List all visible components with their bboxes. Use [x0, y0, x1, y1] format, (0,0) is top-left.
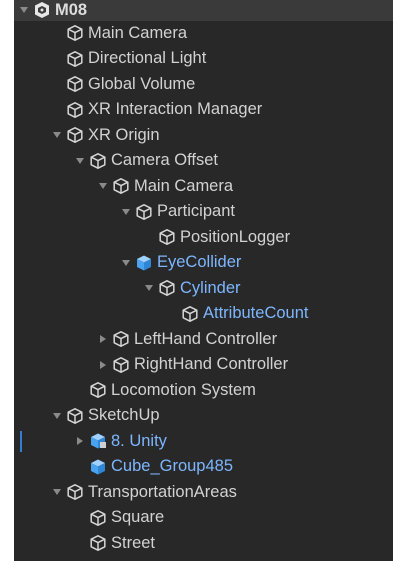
scene-icon — [33, 1, 51, 19]
gameobject-icon — [89, 534, 107, 552]
hierarchy-item-positionlogger[interactable]: PositionLogger — [14, 225, 393, 251]
hierarchy-item-xr-origin[interactable]: XR Origin — [14, 123, 393, 149]
hierarchy-item-directional-light[interactable]: Directional Light — [14, 46, 393, 72]
item-label: RightHand Controller — [134, 355, 289, 374]
arrow-spacer — [73, 536, 87, 550]
arrow-spacer — [50, 26, 64, 40]
hierarchy-item-righthand-controller[interactable]: RightHand Controller — [14, 352, 393, 378]
item-label: Cylinder — [180, 278, 241, 297]
arrow-spacer — [50, 52, 64, 66]
hierarchy-item-camera-offset[interactable]: Camera Offset — [14, 148, 393, 174]
item-label: M08 — [55, 0, 88, 19]
gameobject-icon — [66, 483, 84, 501]
hierarchy-item-transportationareas[interactable]: TransportationAreas — [14, 480, 393, 506]
gameobject-icon — [66, 126, 84, 144]
expand-arrow-icon[interactable] — [50, 485, 64, 499]
arrow-spacer — [73, 460, 87, 474]
item-label: 8. Unity — [111, 431, 167, 450]
gameobject-icon — [135, 203, 153, 221]
scene-m08[interactable]: M08 — [14, 0, 393, 21]
expand-arrow-icon[interactable] — [17, 3, 31, 17]
collapse-arrow-icon[interactable] — [96, 358, 110, 372]
hierarchy-item-8-unity[interactable]: 8. Unity — [14, 429, 393, 455]
gameobject-icon — [112, 330, 130, 348]
hierarchy-item-eyecollider[interactable]: EyeCollider — [14, 250, 393, 276]
gameobject-icon — [66, 407, 84, 425]
item-label: PositionLogger — [180, 227, 291, 246]
item-label: Cube_Group485 — [111, 457, 234, 476]
arrow-spacer — [142, 230, 156, 244]
collapse-arrow-icon[interactable] — [96, 332, 110, 346]
item-label: Main Camera — [88, 23, 188, 42]
item-label: AttributeCount — [203, 304, 309, 323]
hierarchy-item-participant[interactable]: Participant — [14, 199, 393, 225]
hierarchy-item-street[interactable]: Street — [14, 531, 393, 557]
gameobject-icon — [66, 75, 84, 93]
gameobject-icon — [89, 381, 107, 399]
hierarchy-item-main-camera[interactable]: Main Camera — [14, 21, 393, 47]
expand-arrow-icon[interactable] — [73, 154, 87, 168]
item-label: Directional Light — [88, 49, 207, 68]
item-label: LeftHand Controller — [134, 329, 278, 348]
item-label: Street — [111, 533, 156, 552]
gameobject-icon — [181, 305, 199, 323]
prefab-icon — [89, 458, 107, 476]
expand-arrow-icon[interactable] — [50, 409, 64, 423]
prefab-model-icon — [89, 432, 107, 450]
hierarchy-item-cylinder[interactable]: Cylinder — [14, 276, 393, 302]
gameobject-icon — [112, 356, 130, 374]
gameobject-icon — [158, 228, 176, 246]
item-label: XR Origin — [88, 125, 160, 144]
item-label: EyeCollider — [157, 253, 242, 272]
prefab-icon — [135, 254, 153, 272]
gameobject-icon — [66, 50, 84, 68]
hierarchy-item-lefthand-controller[interactable]: LeftHand Controller — [14, 327, 393, 353]
arrow-spacer — [50, 77, 64, 91]
gameobject-icon — [112, 177, 130, 195]
hierarchy-item-main-camera[interactable]: Main Camera — [14, 174, 393, 200]
gameobject-icon — [158, 279, 176, 297]
expand-arrow-icon[interactable] — [119, 205, 133, 219]
expand-arrow-icon[interactable] — [96, 179, 110, 193]
arrow-spacer — [165, 307, 179, 321]
arrow-spacer — [50, 103, 64, 117]
item-label: SketchUp — [88, 406, 160, 425]
hierarchy-item-square[interactable]: Square — [14, 505, 393, 531]
hierarchy-item-xr-interaction-manager[interactable]: XR Interaction Manager — [14, 97, 393, 123]
gameobject-icon — [89, 152, 107, 170]
hierarchy-item-global-volume[interactable]: Global Volume — [14, 72, 393, 98]
expand-arrow-icon[interactable] — [50, 128, 64, 142]
expand-arrow-icon[interactable] — [142, 281, 156, 295]
arrow-spacer — [73, 383, 87, 397]
item-label: Main Camera — [134, 176, 234, 195]
item-label: Locomotion System — [111, 380, 256, 399]
collapse-arrow-icon[interactable] — [73, 434, 87, 448]
hierarchy-panel: M08 Main Camera Directional Light Global Vo… — [14, 0, 393, 561]
hierarchy-item-cube-group485[interactable]: Cube_Group485 — [14, 454, 393, 480]
gameobject-icon — [66, 101, 84, 119]
gameobject-icon — [66, 24, 84, 42]
item-label: Global Volume — [88, 74, 196, 93]
expand-arrow-icon[interactable] — [119, 256, 133, 270]
hierarchy-item-locomotion-system[interactable]: Locomotion System — [14, 378, 393, 404]
item-label: Participant — [157, 202, 235, 221]
hierarchy-item-attributecount[interactable]: AttributeCount — [14, 301, 393, 327]
arrow-spacer — [73, 511, 87, 525]
hierarchy-item-sketchup[interactable]: SketchUp — [14, 403, 393, 429]
gameobject-icon — [89, 509, 107, 527]
item-label: Square — [111, 508, 165, 527]
item-label: Camera Offset — [111, 151, 218, 170]
item-label: XR Interaction Manager — [88, 100, 263, 119]
item-label: TransportationAreas — [88, 482, 237, 501]
